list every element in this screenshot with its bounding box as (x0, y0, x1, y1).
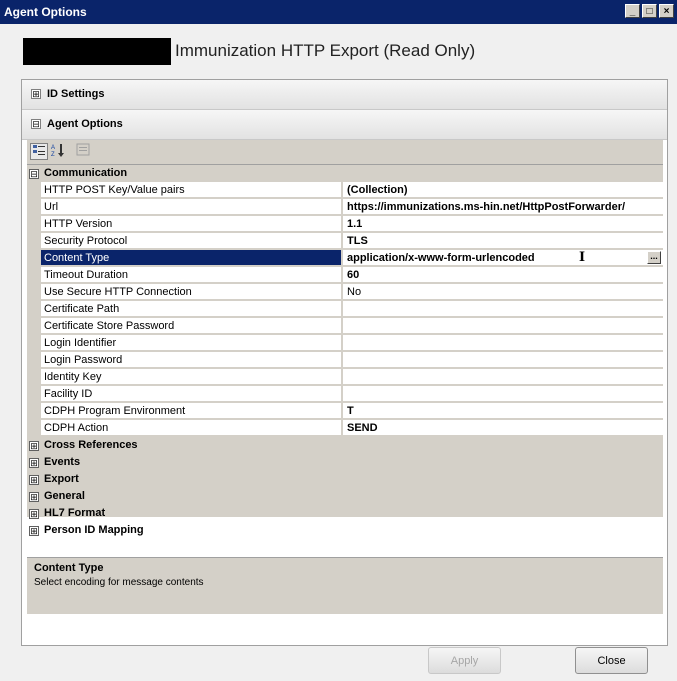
text-cursor-icon: I (579, 250, 586, 265)
property-row[interactable]: CDPH Action SEND (27, 420, 663, 437)
property-name[interactable]: HTTP POST Key/Value pairs (41, 182, 341, 198)
property-name[interactable]: HTTP Version (41, 216, 341, 232)
property-row[interactable]: Timeout Duration 60 (27, 267, 663, 284)
property-row-selected[interactable]: Content Type application/x-www-form-urle… (27, 250, 663, 267)
property-row[interactable]: Security Protocol TLS (27, 233, 663, 250)
property-grid-toolbar: AZ (27, 140, 663, 165)
categorized-icon[interactable] (30, 143, 48, 160)
property-name[interactable]: Security Protocol (41, 233, 341, 249)
category-hl7-format[interactable]: ⊞ HL7 Format (27, 505, 663, 522)
property-row[interactable]: Identity Key (27, 369, 663, 386)
property-row[interactable]: Url https://immunizations.ms-hin.net/Htt… (27, 199, 663, 216)
property-name[interactable]: Url (41, 199, 341, 215)
property-value[interactable]: TLS (342, 233, 663, 249)
section-label: Agent Options (47, 118, 123, 130)
category-label: Cross References (44, 439, 138, 451)
property-row[interactable]: CDPH Program Environment T (27, 403, 663, 420)
property-name[interactable]: CDPH Action (41, 420, 341, 436)
property-value[interactable] (342, 352, 663, 368)
section-id-settings[interactable]: ⊞ ID Settings (22, 80, 667, 110)
property-name[interactable]: Content Type (41, 250, 341, 266)
expand-icon[interactable]: ⊞ (29, 492, 39, 502)
expand-icon[interactable]: ⊞ (29, 526, 39, 536)
property-name[interactable]: Certificate Store Password (41, 318, 341, 334)
property-row[interactable]: Certificate Store Password (27, 318, 663, 335)
property-name[interactable]: Identity Key (41, 369, 341, 385)
category-label: Communication (44, 167, 128, 179)
expand-icon[interactable]: ⊞ (31, 89, 41, 99)
property-row[interactable]: Login Identifier (27, 335, 663, 352)
collapse-icon[interactable]: ⊟ (29, 169, 39, 179)
expand-icon[interactable]: ⊞ (29, 475, 39, 485)
property-name[interactable]: Use Secure HTTP Connection (41, 284, 341, 300)
expand-icon[interactable]: ⊞ (29, 509, 39, 519)
category-export[interactable]: ⊞ Export (27, 471, 663, 488)
property-name[interactable]: Certificate Path (41, 301, 341, 317)
category-general[interactable]: ⊞ General (27, 488, 663, 505)
section-label: ID Settings (47, 88, 105, 100)
section-agent-options[interactable]: ⊟ Agent Options (22, 110, 667, 140)
category-label: Events (44, 456, 81, 468)
property-value[interactable] (342, 318, 663, 334)
property-value[interactable] (342, 301, 663, 317)
minimize-button[interactable]: _ (625, 4, 640, 18)
category-label: Person ID Mapping (44, 524, 144, 536)
property-row[interactable]: Facility ID (27, 386, 663, 403)
description-title: Content Type (34, 562, 104, 574)
property-row[interactable]: Login Password (27, 352, 663, 369)
redacted-block (23, 38, 171, 65)
description-pane: Content Type Select encoding for message… (27, 557, 663, 614)
property-value[interactable]: (Collection) (342, 182, 663, 198)
property-row[interactable]: Certificate Path (27, 301, 663, 318)
options-panel: ⊞ ID Settings ⊟ Agent Options AZ ⊟ Commu… (21, 79, 668, 646)
category-events[interactable]: ⊞ Events (27, 454, 663, 471)
category-label: HL7 Format (44, 507, 106, 519)
property-value-editor[interactable]: application/x-www-form-urlencoded I ... (342, 250, 663, 266)
close-window-button[interactable]: × (659, 4, 674, 18)
property-row[interactable]: HTTP POST Key/Value pairs (Collection) (27, 182, 663, 199)
property-value[interactable]: 60 (342, 267, 663, 283)
apply-button[interactable]: Apply (428, 647, 501, 674)
property-value[interactable] (342, 386, 663, 402)
property-value[interactable]: T (342, 403, 663, 419)
window-title-bar[interactable]: Agent Options _ □ × (0, 0, 677, 24)
expand-icon[interactable]: ⊞ (29, 441, 39, 451)
property-value-text[interactable]: application/x-www-form-urlencoded (347, 252, 535, 264)
category-cross-references[interactable]: ⊞ Cross References (27, 437, 663, 454)
property-pages-icon[interactable] (74, 143, 92, 160)
property-name[interactable]: CDPH Program Environment (41, 403, 341, 419)
close-button[interactable]: Close (575, 647, 648, 674)
window-title: Agent Options (4, 5, 87, 19)
category-communication[interactable]: ⊟ Communication (27, 165, 663, 182)
maximize-button[interactable]: □ (642, 4, 657, 18)
category-label: Export (44, 473, 79, 485)
property-value[interactable]: SEND (342, 420, 663, 436)
property-value[interactable] (342, 335, 663, 351)
expand-icon[interactable]: ⊞ (29, 458, 39, 468)
property-name[interactable]: Timeout Duration (41, 267, 341, 283)
description-text: Select encoding for message contents (34, 577, 204, 588)
svg-text:Z: Z (51, 152, 55, 157)
alphabetical-icon[interactable]: AZ (50, 143, 68, 160)
property-name[interactable]: Login Identifier (41, 335, 341, 351)
property-value[interactable]: https://immunizations.ms-hin.net/HttpPos… (342, 199, 663, 215)
agent-title: Immunization HTTP Export (Read Only) (175, 41, 476, 60)
property-row[interactable]: Use Secure HTTP Connection No (27, 284, 663, 301)
property-name[interactable]: Facility ID (41, 386, 341, 402)
property-grid: ⊟ Communication HTTP POST Key/Value pair… (27, 165, 663, 536)
category-person-id-mapping[interactable]: ⊞ Person ID Mapping (27, 522, 663, 539)
dialog-body: Immunization HTTP Export (Read Only) ⊞ I… (0, 24, 677, 681)
property-name[interactable]: Login Password (41, 352, 341, 368)
svg-text:A: A (51, 145, 55, 151)
property-value[interactable] (342, 369, 663, 385)
window-controls: _ □ × (625, 4, 674, 18)
property-value[interactable]: No (342, 284, 663, 300)
ellipsis-button[interactable]: ... (647, 251, 661, 264)
property-value[interactable]: 1.1 (342, 216, 663, 232)
category-label: General (44, 490, 85, 502)
collapse-icon[interactable]: ⊟ (31, 119, 41, 129)
property-row[interactable]: HTTP Version 1.1 (27, 216, 663, 233)
